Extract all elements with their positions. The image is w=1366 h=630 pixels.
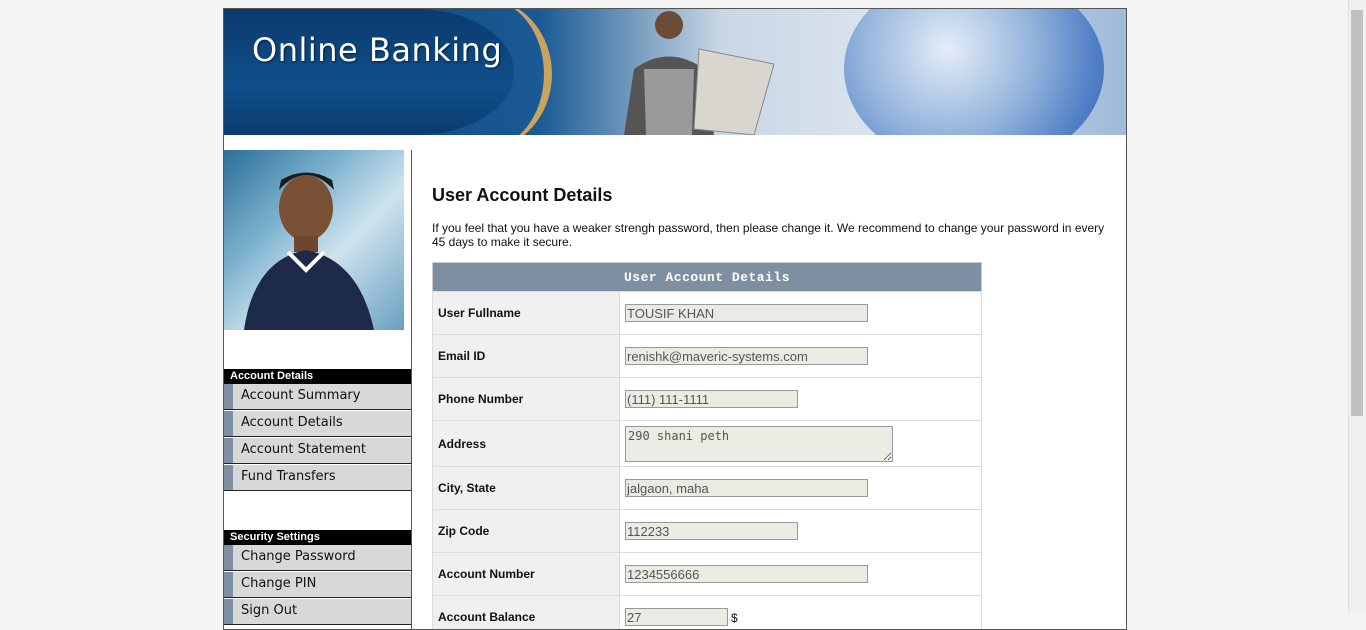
nav-item-marker [224, 411, 233, 436]
sidebar-item-label: Change PIN [241, 576, 316, 591]
table-row: Phone Number [433, 378, 982, 421]
sidebar: Account Details Account Summary Account … [224, 150, 412, 630]
field-value-cell [620, 335, 982, 378]
account-balance-field[interactable] [625, 608, 728, 626]
sidebar-item-sign-out[interactable]: Sign Out [224, 599, 411, 625]
intro-text: If you feel that you have a weaker stren… [432, 221, 1112, 249]
field-label: User Fullname [433, 292, 620, 335]
account-number-field[interactable] [625, 565, 868, 583]
table-row: User Fullname [433, 292, 982, 335]
field-value-cell [620, 510, 982, 553]
email-field[interactable] [625, 347, 868, 365]
sidebar-item-account-details[interactable]: Account Details [224, 411, 411, 437]
field-label: Account Number [433, 553, 620, 596]
sidebar-item-label: Fund Transfers [241, 469, 336, 484]
sidebar-item-fund-transfers[interactable]: Fund Transfers [224, 465, 411, 491]
nav-item-marker [224, 599, 233, 624]
nav-item-marker [224, 384, 233, 409]
phone-field[interactable] [625, 390, 798, 408]
field-label: Phone Number [433, 378, 620, 421]
nav-item-marker [224, 465, 233, 490]
page-scrollbar[interactable] [1348, 0, 1366, 613]
nav-item-marker [224, 572, 233, 597]
sidebar-item-account-statement[interactable]: Account Statement [224, 438, 411, 464]
banner-globe-image [844, 9, 1104, 135]
field-value-cell [620, 467, 982, 510]
banner: Online Banking [224, 9, 1126, 135]
field-label: Email ID [433, 335, 620, 378]
field-value-cell [620, 292, 982, 335]
user-photo [224, 150, 404, 330]
sidebar-item-label: Account Summary [241, 388, 360, 403]
field-value-cell [620, 378, 982, 421]
scrollbar-thumb[interactable] [1351, 10, 1363, 416]
page-title: User Account Details [432, 185, 612, 206]
banner-title: Online Banking [252, 31, 502, 69]
sidebar-item-account-summary[interactable]: Account Summary [224, 384, 411, 410]
field-label: Address [433, 421, 620, 467]
zip-code-field[interactable] [625, 522, 798, 540]
table-row: City, State [433, 467, 982, 510]
address-field[interactable]: 290 shani peth [625, 426, 893, 462]
field-label: Zip Code [433, 510, 620, 553]
nav-header-account-details: Account Details [224, 369, 411, 384]
sidebar-item-label: Sign Out [241, 603, 297, 618]
table-header: User Account Details [433, 263, 982, 292]
field-value-cell [620, 553, 982, 596]
fullname-field[interactable] [625, 304, 868, 322]
banner-gold-arc [484, 9, 552, 135]
nav-item-marker [224, 545, 233, 570]
page-frame: Online Banking Account Details Account S… [223, 8, 1127, 630]
account-details-table: User Account Details User Fullname Email… [432, 262, 982, 630]
table-row: Address 290 shani peth [433, 421, 982, 467]
user-photo-image [224, 150, 404, 330]
sidebar-item-label: Account Details [241, 415, 343, 430]
table-row: Zip Code [433, 510, 982, 553]
table-row: Account Number [433, 553, 982, 596]
field-label: City, State [433, 467, 620, 510]
sidebar-item-change-pin[interactable]: Change PIN [224, 572, 411, 598]
table-row: Email ID [433, 335, 982, 378]
city-state-field[interactable] [625, 479, 868, 497]
banner-blue-panel [224, 9, 514, 135]
sidebar-item-label: Change Password [241, 549, 356, 564]
field-value-cell: 290 shani peth [620, 421, 982, 467]
sidebar-item-change-password[interactable]: Change Password [224, 545, 411, 571]
banner-person-image [574, 9, 794, 135]
nav-item-marker [224, 438, 233, 463]
nav-header-security-settings: Security Settings [224, 530, 411, 545]
sidebar-item-label: Account Statement [241, 442, 366, 457]
